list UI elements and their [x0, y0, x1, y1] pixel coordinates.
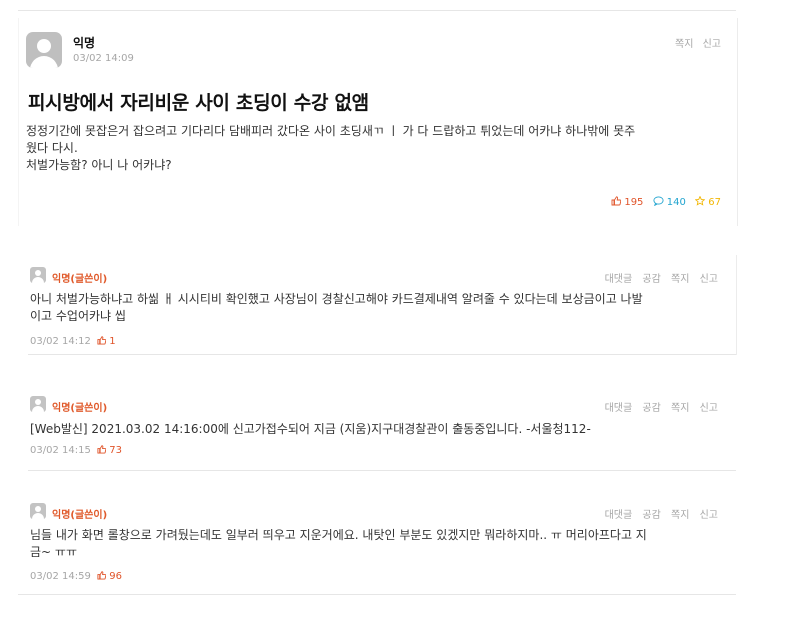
star-icon — [694, 195, 706, 206]
message-button[interactable]: 쪽지 — [671, 510, 689, 521]
comment-text: [Web발신] 2021.03.02 14:16:00에 신고가접수되어 지금 … — [30, 421, 726, 438]
message-button[interactable]: 쪽지 — [671, 274, 689, 285]
avatar — [26, 32, 62, 68]
comment-author: 익명(글쓴이) — [52, 274, 108, 285]
avatar — [30, 396, 46, 412]
content-line: 처벌가능함? 아니 나 어카냐? — [26, 158, 172, 172]
like-button[interactable]: 공감 — [642, 274, 660, 285]
comment-datetime: 03/02 14:59 — [30, 571, 91, 582]
comment-divider — [18, 594, 736, 595]
message-button[interactable]: 쪽지 — [675, 39, 693, 50]
like-button[interactable]: 공감 — [642, 510, 660, 521]
comment-line: 아니 처벌가능하냐고 하씲 ㅐ 시시티비 확인했고 사장님이 경찰신고해야 카드… — [30, 292, 643, 306]
comment-stat[interactable]: 140 — [653, 196, 689, 208]
comment-text: 아니 처벌가능하냐고 하씲 ㅐ 시시티비 확인했고 사장님이 경찰신고해야 카드… — [30, 291, 726, 325]
comment-divider — [28, 470, 736, 471]
content-line: 웠다 다시. — [26, 141, 78, 155]
comment: 익명(글쓴이) 대댓글 공감 쪽지 신고 [Web발신] 2021.03.02 … — [18, 378, 736, 471]
comment-count: 140 — [666, 197, 686, 208]
comment: 익명(글쓴이) 대댓글 공감 쪽지 신고 님들 내가 화면 롤창으로 가려뒀는데… — [18, 493, 736, 595]
content-line: 정정기간에 못잡은거 잡으려고 기다리다 담배피러 갔다온 사이 초딩새ㄲ ㅣ … — [26, 124, 636, 138]
comment: 익명(글쓴이) 대댓글 공감 쪽지 신고 아니 처벌가능하냐고 하씲 ㅐ 시시티… — [18, 255, 737, 355]
comment-actions: 대댓글 공감 쪽지 신고 — [598, 270, 718, 285]
like-count: 96 — [109, 571, 122, 582]
comment-like[interactable]: 1 — [97, 336, 116, 347]
comment-meta: 03/02 14:12 1 — [30, 336, 116, 347]
comment-text: 님들 내가 화면 롤창으로 가려뒀는데도 일부러 띄우고 지운거에요. 내탓인 … — [30, 527, 726, 561]
comment-line: 님들 내가 화면 롤창으로 가려뒀는데도 일부러 띄우고 지운거에요. 내탓인 … — [30, 528, 647, 542]
thumbs-up-icon — [97, 336, 107, 345]
reply-button[interactable]: 대댓글 — [605, 403, 633, 414]
thumbs-up-icon — [611, 196, 622, 206]
comment-meta: 03/02 14:15 73 — [30, 445, 122, 456]
avatar — [30, 503, 46, 519]
comment-line: [Web발신] 2021.03.02 14:16:00에 신고가접수되어 지금 … — [30, 422, 591, 436]
comment-author: 익명(글쓴이) — [52, 510, 108, 521]
comment-line: 이고 수업어카냐 씹 — [30, 309, 126, 323]
like-count: 73 — [109, 445, 122, 456]
article-actions: 쪽지 신고 — [669, 35, 721, 50]
comment-author: 익명(글쓴이) — [52, 403, 108, 414]
scrap-count: 67 — [708, 197, 721, 208]
like-stat[interactable]: 195 — [611, 196, 646, 208]
comment-like[interactable]: 73 — [97, 445, 122, 456]
message-button[interactable]: 쪽지 — [671, 403, 689, 414]
comment-meta: 03/02 14:59 96 — [30, 571, 122, 582]
article-stats: 195 140 67 — [605, 195, 721, 208]
reply-button[interactable]: 대댓글 — [605, 510, 633, 521]
comment-datetime: 03/02 14:12 — [30, 336, 91, 347]
comment-datetime: 03/02 14:15 — [30, 445, 91, 456]
scrap-stat[interactable]: 67 — [694, 195, 721, 208]
like-count: 1 — [109, 336, 116, 347]
article-datetime: 03/02 14:09 — [73, 53, 134, 64]
report-button[interactable]: 신고 — [700, 510, 718, 521]
top-divider — [18, 10, 736, 11]
like-button[interactable]: 공감 — [642, 403, 660, 414]
like-count: 195 — [624, 197, 644, 208]
thumbs-up-icon — [97, 571, 107, 580]
article-author: 익명 — [73, 36, 96, 50]
comment-actions: 대댓글 공감 쪽지 신고 — [598, 399, 718, 414]
comment-divider — [28, 354, 736, 355]
speech-bubble-icon — [653, 196, 664, 207]
thumbs-up-icon — [97, 445, 107, 454]
comment-actions: 대댓글 공감 쪽지 신고 — [598, 506, 718, 521]
report-button[interactable]: 신고 — [700, 403, 718, 414]
article-title: 피시방에서 자리비운 사이 초딩이 수강 없앰 — [28, 92, 369, 114]
article-content: 정정기간에 못잡은거 잡으려고 기다리다 담배피러 갔다온 사이 초딩새ㄲ ㅣ … — [26, 123, 726, 174]
reply-button[interactable]: 대댓글 — [605, 274, 633, 285]
comment-line: 금~ ㅠㅠ — [30, 545, 77, 559]
report-button[interactable]: 신고 — [703, 39, 721, 50]
avatar — [30, 267, 46, 283]
report-button[interactable]: 신고 — [700, 274, 718, 285]
article: 익명 03/02 14:09 쪽지 신고 피시방에서 자리비운 사이 초딩이 수… — [18, 18, 738, 226]
comment-like[interactable]: 96 — [97, 571, 122, 582]
